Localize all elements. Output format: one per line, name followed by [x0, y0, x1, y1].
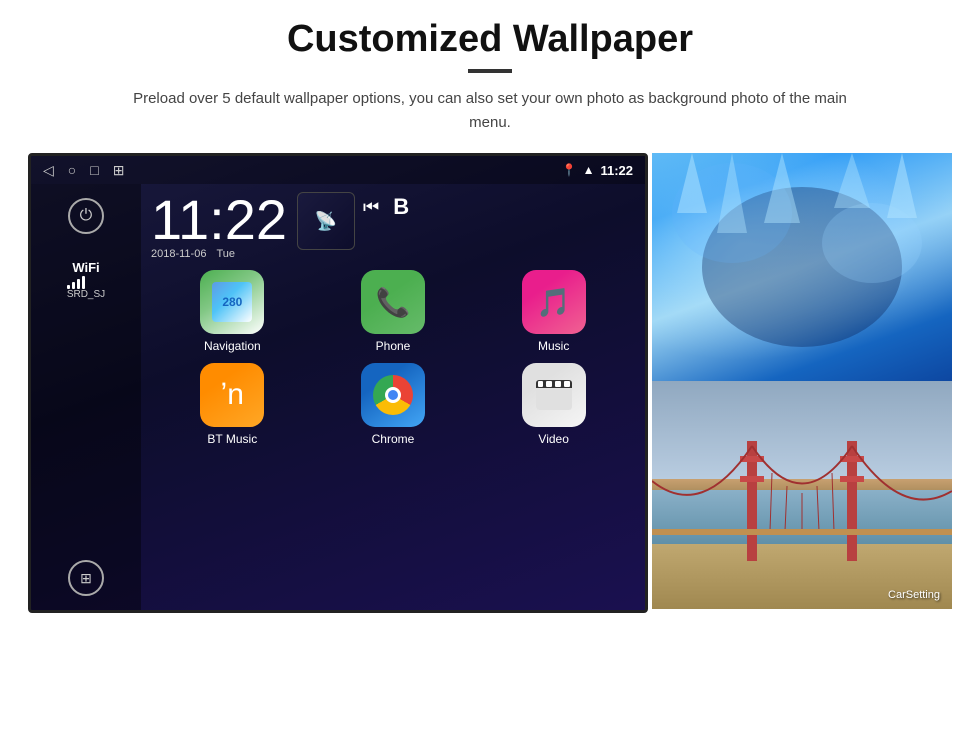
video-strip-3	[555, 381, 561, 387]
app-item-navigation[interactable]: 280 Navigation	[157, 270, 308, 353]
app-label-phone: Phone	[376, 339, 411, 353]
status-bar-right: 📍 ▲ 11:22	[562, 163, 633, 178]
home-nav-icon[interactable]: ○	[68, 162, 76, 178]
status-time: 11:22	[600, 163, 633, 178]
app-item-phone[interactable]: 📞 Phone	[318, 270, 469, 353]
bt-music-icon: ʼn	[200, 363, 264, 427]
signal-bar-2	[72, 282, 75, 289]
main-content: ◁ ○ □ ⊞ 📍 ▲ 11:22 ⏻ WiFi	[40, 153, 940, 613]
page-wrapper: Customized Wallpaper Preload over 5 defa…	[0, 0, 980, 749]
main-display-area: 11:22 2018-11-06 Tue 📡 ⏮	[141, 184, 645, 610]
app-label-music: Music	[538, 339, 569, 353]
video-icon-top-strip	[536, 380, 572, 388]
streaming-box[interactable]: 📡	[297, 192, 355, 250]
clock-time: 11:22	[151, 192, 287, 248]
ice-cave-svg	[652, 153, 952, 381]
navigation-icon: 280	[200, 270, 264, 334]
app-grid: 280 Navigation 📞 Phone 🎵	[141, 264, 645, 456]
chrome-inner-circle	[385, 387, 401, 403]
power-button[interactable]: ⏻	[68, 198, 104, 234]
clock-row: 11:22 2018-11-06 Tue 📡 ⏮	[141, 184, 645, 264]
video-icon-body	[536, 388, 572, 410]
status-bar-left: ◁ ○ □ ⊞	[43, 162, 124, 179]
sidebar: ⏻ WiFi SRD_SJ ⊞	[31, 184, 141, 610]
app-label-chrome: Chrome	[372, 432, 415, 446]
wifi-status-icon: ▲	[583, 163, 595, 177]
android-screen: ◁ ○ □ ⊞ 📍 ▲ 11:22 ⏻ WiFi	[28, 153, 648, 613]
app-label-video: Video	[538, 432, 568, 446]
video-strip-4	[564, 381, 570, 387]
signal-bar-3	[77, 279, 80, 289]
wifi-label: WiFi	[67, 260, 105, 275]
wallpaper-thumbnails: CarSetting	[652, 153, 952, 609]
location-icon: 📍	[562, 163, 577, 177]
music-icon: 🎵	[522, 270, 586, 334]
bridge-svg	[652, 381, 952, 609]
clock-day: Tue	[216, 248, 235, 260]
nav-app-icon-inner: 280	[212, 282, 252, 322]
chrome-icon-bg	[361, 363, 425, 427]
wifi-ssid: SRD_SJ	[67, 289, 105, 300]
right-widgets: 📡 ⏮ B	[297, 192, 409, 250]
wallpaper-thumb-ice[interactable]	[652, 153, 952, 381]
chrome-outer-ring	[373, 375, 413, 415]
page-title: Customized Wallpaper	[287, 18, 693, 61]
app-item-video[interactable]: Video	[478, 363, 629, 446]
apps-grid-button[interactable]: ⊞	[68, 560, 104, 596]
clock-date: 2018-11-06	[151, 248, 206, 260]
app-label-bt-music: BT Music	[207, 432, 257, 446]
page-description: Preload over 5 default wallpaper options…	[120, 87, 860, 135]
bluetooth-icon: ʼn	[221, 378, 244, 412]
streaming-wifi-icon: 📡	[315, 211, 337, 232]
next-or-label[interactable]: B	[393, 194, 409, 220]
video-strip-2	[546, 381, 552, 387]
signal-bar-4	[82, 276, 85, 289]
app-item-music[interactable]: 🎵 Music	[478, 270, 629, 353]
screenshot-nav-icon[interactable]: ⊞	[113, 162, 125, 179]
media-controls: ⏮ B	[363, 192, 409, 222]
back-nav-icon[interactable]: ◁	[43, 162, 54, 179]
car-setting-label: CarSetting	[888, 589, 940, 601]
video-icon	[522, 363, 586, 427]
status-bar: ◁ ○ □ ⊞ 📍 ▲ 11:22	[31, 156, 645, 184]
video-clapperboard	[536, 380, 572, 410]
recent-nav-icon[interactable]: □	[90, 162, 98, 178]
phone-icon: 📞	[361, 270, 425, 334]
app-item-bt-music[interactable]: ʼn BT Music	[157, 363, 308, 446]
signal-bars	[67, 275, 105, 289]
app-label-navigation: Navigation	[204, 339, 261, 353]
prev-media-button[interactable]: ⏮	[363, 197, 379, 218]
video-strip-1	[538, 381, 544, 387]
title-divider	[468, 69, 512, 73]
app-item-chrome[interactable]: Chrome	[318, 363, 469, 446]
clock-left: 11:22 2018-11-06 Tue	[151, 192, 287, 260]
wallpaper-thumb-bridge[interactable]: CarSetting	[652, 381, 952, 609]
media-btn-row: ⏮ B	[363, 192, 409, 222]
wifi-info: WiFi SRD_SJ	[67, 260, 105, 300]
